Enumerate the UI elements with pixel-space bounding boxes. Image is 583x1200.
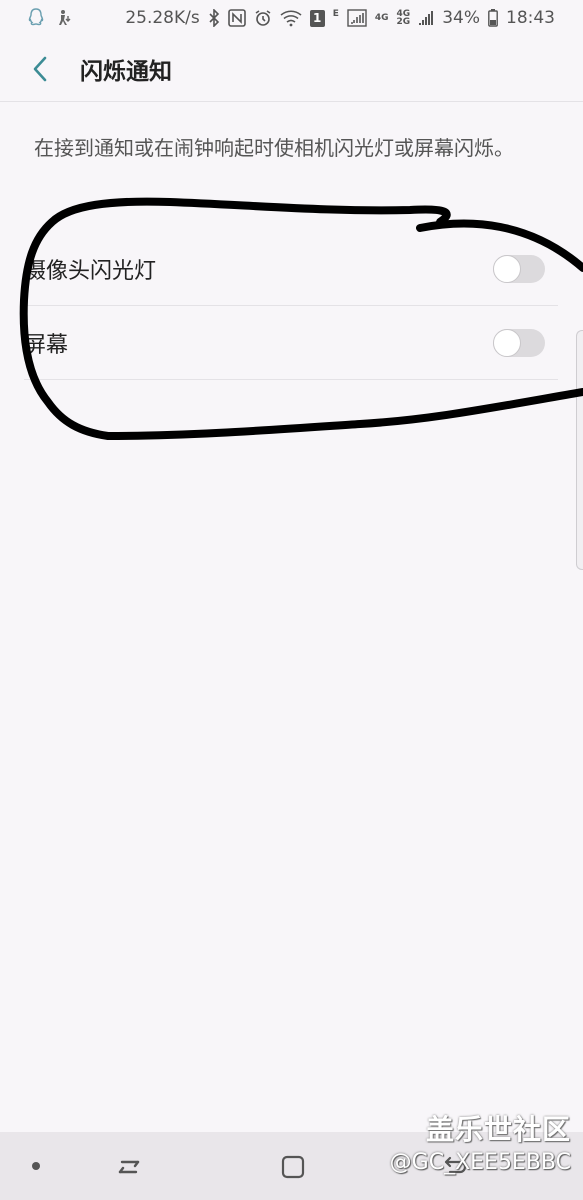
screen-flash-toggle[interactable] xyxy=(493,328,545,357)
camera-flash-toggle[interactable] xyxy=(493,254,545,283)
hand-drawn-circle-annotation xyxy=(19,197,583,440)
toggle-knob xyxy=(493,328,521,357)
battery-icon xyxy=(488,9,498,27)
chevron-left-icon xyxy=(33,56,47,81)
clock: 18:43 xyxy=(506,8,555,28)
wifi-icon xyxy=(280,9,302,27)
net-4g-indicator: 4G xyxy=(374,13,389,23)
signal-2-icon xyxy=(418,10,434,26)
status-left xyxy=(28,8,72,28)
battery-percent: 34% xyxy=(442,8,480,28)
setting-row-screen[interactable]: 屏幕 xyxy=(24,306,558,380)
toggle-knob xyxy=(493,254,521,283)
person-download-icon xyxy=(56,9,72,27)
status-bar: 25.28K/s 1 E 4G 4G 2G 34% 18:43 xyxy=(0,0,583,36)
setting-label-camera-flash: 摄像头闪光灯 xyxy=(24,258,157,284)
watermark-site: 盖乐世社区 xyxy=(425,1113,571,1146)
net-4g-label-a: 4G xyxy=(374,13,389,23)
network-speed: 25.28K/s xyxy=(125,8,200,28)
settings-description: 在接到通知或在闹钟响起时使相机闪光灯或屏幕闪烁。 xyxy=(34,136,514,160)
net-4g-2g-indicator: 4G 2G xyxy=(396,10,411,27)
hide-nav-dot-icon[interactable] xyxy=(32,1162,40,1170)
bluetooth-icon xyxy=(208,9,220,27)
home-button[interactable] xyxy=(278,1152,308,1182)
qq-icon xyxy=(28,8,44,28)
setting-label-screen: 屏幕 xyxy=(24,332,69,358)
app-bar: 闪烁通知 xyxy=(0,36,583,102)
sim-badge: 1 xyxy=(309,9,325,27)
recent-apps-icon xyxy=(118,1160,140,1174)
edge-panel-handle[interactable] xyxy=(576,330,583,570)
signal-1-icon xyxy=(347,9,367,27)
status-right: 25.28K/s 1 E 4G 4G 2G 34% 18:43 xyxy=(125,8,555,28)
sim-1-icon: 1 xyxy=(309,9,325,27)
page-title: 闪烁通知 xyxy=(80,58,172,85)
net-2g-label: 2G xyxy=(396,17,411,27)
net-e-label: E xyxy=(332,9,339,19)
setting-row-camera-flash[interactable]: 摄像头闪光灯 xyxy=(24,232,558,306)
recent-apps-button[interactable] xyxy=(114,1152,144,1182)
watermark-user: @GC_XEE5EBBC xyxy=(389,1150,571,1175)
back-button[interactable] xyxy=(20,49,60,89)
home-icon xyxy=(281,1155,305,1179)
nfc-icon xyxy=(227,9,246,27)
alarm-icon xyxy=(254,9,272,27)
